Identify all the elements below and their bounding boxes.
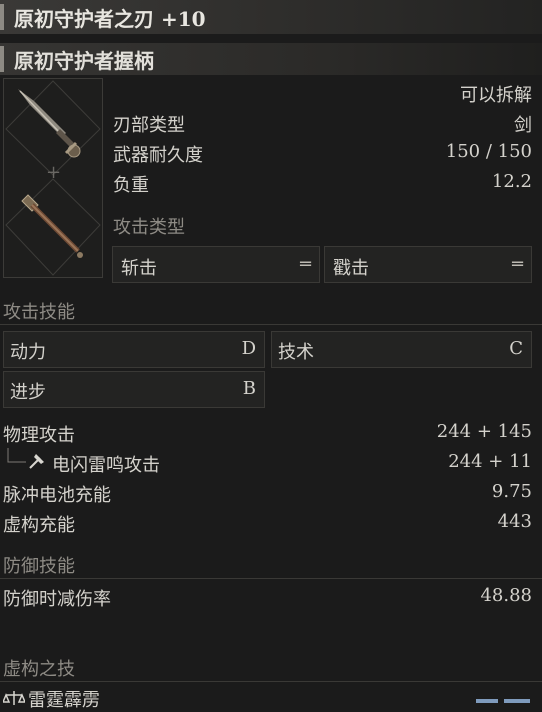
weight-label: 负重 bbox=[113, 175, 149, 196]
plus-icon: + bbox=[46, 162, 62, 183]
weight-value: 12.2 bbox=[491, 171, 532, 192]
skill-grade: C bbox=[509, 338, 523, 359]
skill-grade: D bbox=[241, 338, 256, 359]
fable-charge-label: 虚构充能 bbox=[3, 515, 75, 536]
divider bbox=[0, 681, 542, 682]
fable-slot-bar bbox=[504, 699, 530, 703]
skill-motivity[interactable]: 动力 D bbox=[3, 331, 265, 368]
guard-reduction-label: 防御时减伤率 bbox=[3, 589, 111, 610]
attack-type-title: 攻击类型 bbox=[113, 217, 185, 238]
item-title: 原初守护者之刃 +10 bbox=[14, 7, 206, 31]
attack-skills-title: 攻击技能 bbox=[3, 302, 75, 323]
divider bbox=[0, 578, 542, 579]
scale-icon bbox=[3, 689, 25, 705]
skill-label: 进步 bbox=[10, 382, 46, 403]
title-accent bbox=[0, 4, 4, 30]
attack-type-label: 斩击 bbox=[121, 258, 157, 279]
defense-skills-title: 防御技能 bbox=[3, 556, 75, 577]
hammer-icon bbox=[29, 454, 44, 469]
pulse-cell-label: 脉冲电池充能 bbox=[3, 485, 111, 506]
tree-branch-icon bbox=[7, 448, 44, 469]
skill-grade: B bbox=[242, 378, 256, 399]
guard-reduction-value: 48.88 bbox=[480, 585, 532, 606]
part-accent bbox=[0, 46, 4, 72]
blade-type-label: 刃部类型 bbox=[113, 115, 185, 136]
fable-skill-name: 雷霆霹雳 bbox=[28, 690, 100, 711]
lightning-attack-value: 244 + 11 bbox=[448, 451, 532, 472]
equals-icon: ═ bbox=[300, 254, 311, 275]
durability-label: 武器耐久度 bbox=[113, 145, 203, 166]
physical-attack-label: 物理攻击 bbox=[3, 425, 75, 446]
durability-value: 150 / 150 bbox=[445, 141, 532, 162]
attack-type-pierce[interactable]: 戳击 ═ bbox=[324, 246, 532, 283]
attack-type-label: 戳击 bbox=[333, 258, 369, 279]
skill-technique[interactable]: 技术 C bbox=[271, 331, 532, 368]
equals-icon: ═ bbox=[512, 254, 523, 275]
lightning-attack-label: 电闪雷鸣攻击 bbox=[52, 455, 160, 476]
skill-advance[interactable]: 进步 B bbox=[3, 371, 265, 408]
dismantle-status: 可以拆解 bbox=[460, 85, 532, 106]
skill-label: 技术 bbox=[278, 342, 314, 363]
physical-attack-value: 244 + 145 bbox=[436, 421, 532, 442]
blade-type-value: 剑 bbox=[514, 115, 532, 136]
pulse-cell-value: 9.75 bbox=[491, 481, 532, 502]
fable-charge-value: 443 bbox=[497, 511, 532, 532]
fable-arts-title: 虚构之技 bbox=[3, 659, 75, 680]
fable-slot-bar bbox=[476, 699, 498, 703]
divider bbox=[0, 324, 542, 325]
attack-type-slash[interactable]: 斩击 ═ bbox=[112, 246, 320, 283]
skill-label: 动力 bbox=[10, 342, 46, 363]
part-name: 原初守护者握柄 bbox=[14, 49, 154, 73]
